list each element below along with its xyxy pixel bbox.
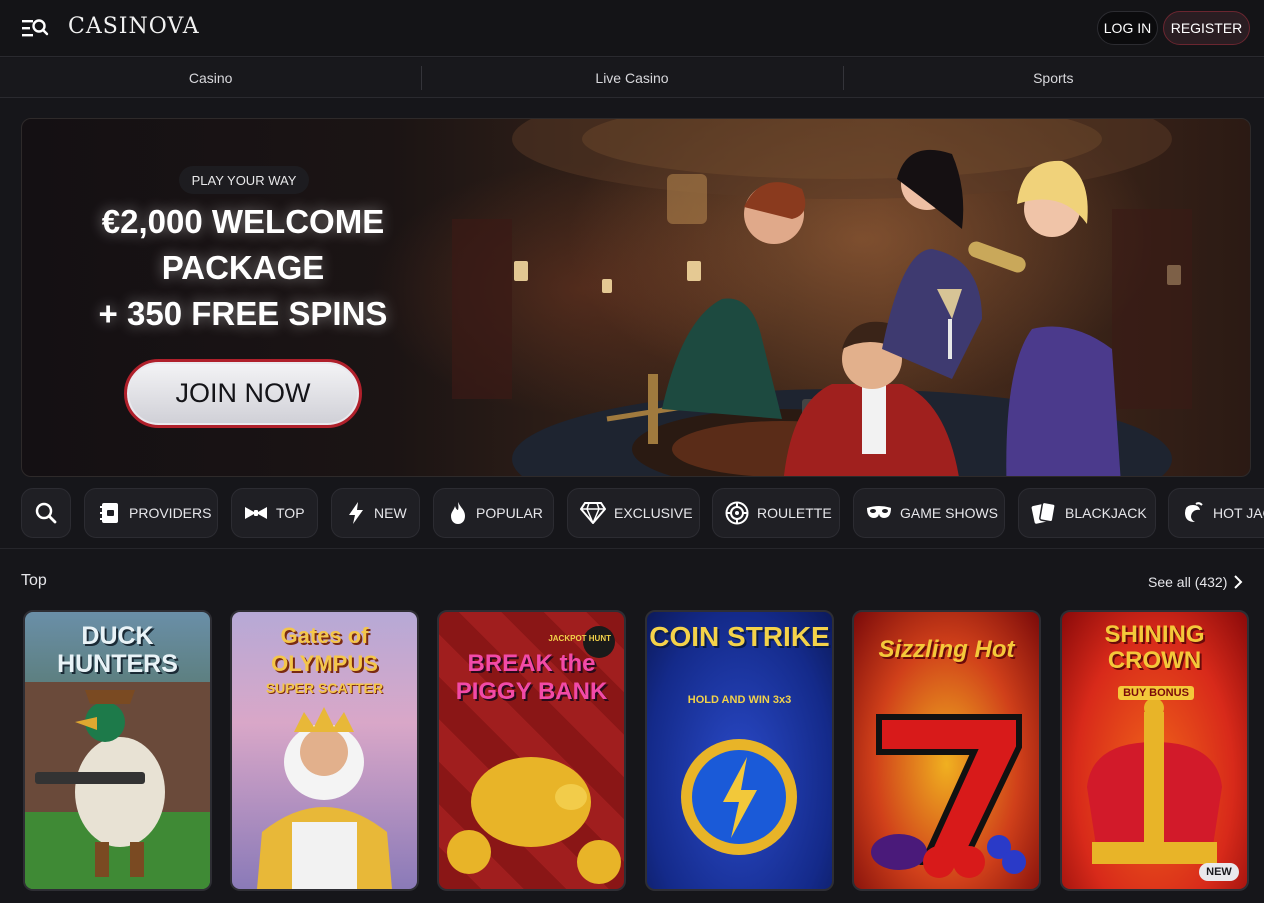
hero-title: €2,000 WELCOME PACKAGE + 350 FREE SPINS: [60, 199, 426, 337]
tab-live-casino[interactable]: Live Casino: [421, 58, 842, 97]
game-tile-coin-strike[interactable]: COIN STRIKE HOLD AND WIN 3x3: [645, 610, 834, 891]
providers-icon: [100, 503, 118, 523]
filter-new[interactable]: NEW: [331, 488, 420, 538]
chili-icon: [1185, 502, 1203, 522]
game-title: COIN STRIKE: [649, 621, 830, 652]
top-header: CASINOVA LOG IN REGISTER: [0, 0, 1264, 57]
new-badge: NEW: [1199, 863, 1239, 881]
filter-providers[interactable]: PROVIDERS: [84, 488, 218, 538]
flame-icon: [451, 502, 465, 524]
tab-casino[interactable]: Casino: [0, 58, 421, 97]
game-title: DUCK HUNTERS: [57, 622, 178, 678]
search-icon: [35, 502, 57, 524]
divider: [0, 548, 1264, 549]
roulette-icon: [725, 501, 749, 525]
hero-title-line-2: PACKAGE: [161, 249, 325, 286]
chevron-right-icon: [1234, 575, 1243, 589]
hero-banner[interactable]: PLAY YOUR WAY €2,000 WELCOME PACKAGE + 3…: [21, 118, 1251, 477]
hero-title-line-1: €2,000 WELCOME: [101, 203, 385, 240]
filter-label: PROVIDERS: [129, 505, 212, 521]
game-title: Sizzling Hot: [878, 636, 1015, 663]
hero-badge: PLAY YOUR WAY: [179, 166, 309, 194]
game-title: Gates of OLYMPUS: [271, 623, 378, 676]
see-all-label: See all (432): [1148, 574, 1228, 590]
filter-top[interactable]: TOP: [231, 488, 318, 538]
filter-label: GAME SHOWS: [900, 505, 999, 521]
tab-sports[interactable]: Sports: [842, 58, 1264, 97]
game-subtitle: SUPER SCATTER: [265, 680, 384, 696]
mask-icon: [867, 506, 891, 518]
filter-roulette[interactable]: ROULETTE: [712, 488, 840, 538]
filter-exclusive[interactable]: EXCLUSIVE: [567, 488, 700, 538]
lightning-icon: [349, 502, 363, 524]
filter-search[interactable]: [21, 488, 71, 538]
game-tile-gates-of-olympus[interactable]: Gates of OLYMPUS SUPER SCATTER: [230, 610, 419, 891]
category-filters: PROVIDERS TOP NEW POPULAR EXCLUSIVE ROUL…: [0, 488, 1264, 538]
filter-label: EXCLUSIVE: [614, 505, 693, 521]
filter-hot-jackpots[interactable]: HOT JAC: [1168, 488, 1264, 538]
filter-label: NEW: [374, 505, 407, 521]
filter-blackjack[interactable]: BLACKJACK: [1018, 488, 1156, 538]
register-button[interactable]: REGISTER: [1163, 11, 1250, 45]
cards-icon: [1031, 501, 1056, 524]
game-title: SHINING CROWN: [1104, 621, 1205, 674]
game-subtitle: BUY BONUS: [1118, 686, 1194, 700]
diamond-icon: [580, 502, 606, 524]
see-all-link[interactable]: See all (432): [1148, 574, 1243, 590]
game-title: BREAK the PIGGY BANK: [455, 650, 608, 705]
game-tile-shining-crown[interactable]: SHINING CROWN BUY BONUS NEW: [1060, 610, 1249, 891]
filter-label: TOP: [276, 505, 305, 521]
bow-tie-icon: [245, 507, 267, 519]
logo[interactable]: CASINOVA: [68, 14, 200, 39]
coin-lightning-art: [681, 739, 797, 855]
filter-label: BLACKJACK: [1065, 505, 1147, 521]
login-button[interactable]: LOG IN: [1097, 11, 1158, 45]
game-tile-sizzling-hot[interactable]: Sizzling Hot: [852, 610, 1041, 891]
main-nav: Casino Live Casino Sports: [0, 58, 1264, 98]
hero-title-line-3: + 350 FREE SPINS: [98, 295, 388, 332]
menu-search-icon[interactable]: [20, 14, 50, 42]
game-subtitle: JACKPOT HUNT: [548, 634, 611, 643]
section-title: Top: [21, 572, 47, 589]
filter-popular[interactable]: POPULAR: [433, 488, 554, 538]
game-tile-break-the-piggy-bank[interactable]: BREAK the PIGGY BANK JACKPOT HUNT: [437, 610, 626, 891]
join-now-button[interactable]: JOIN NOW: [124, 359, 362, 428]
game-tile-duck-hunters[interactable]: DUCK HUNTERS: [23, 610, 212, 891]
filter-label: POPULAR: [476, 505, 543, 521]
filter-label: ROULETTE: [757, 505, 832, 521]
filter-game-shows[interactable]: GAME SHOWS: [853, 488, 1005, 538]
filter-label: HOT JAC: [1213, 505, 1264, 521]
game-subtitle: HOLD AND WIN 3x3: [687, 694, 792, 706]
